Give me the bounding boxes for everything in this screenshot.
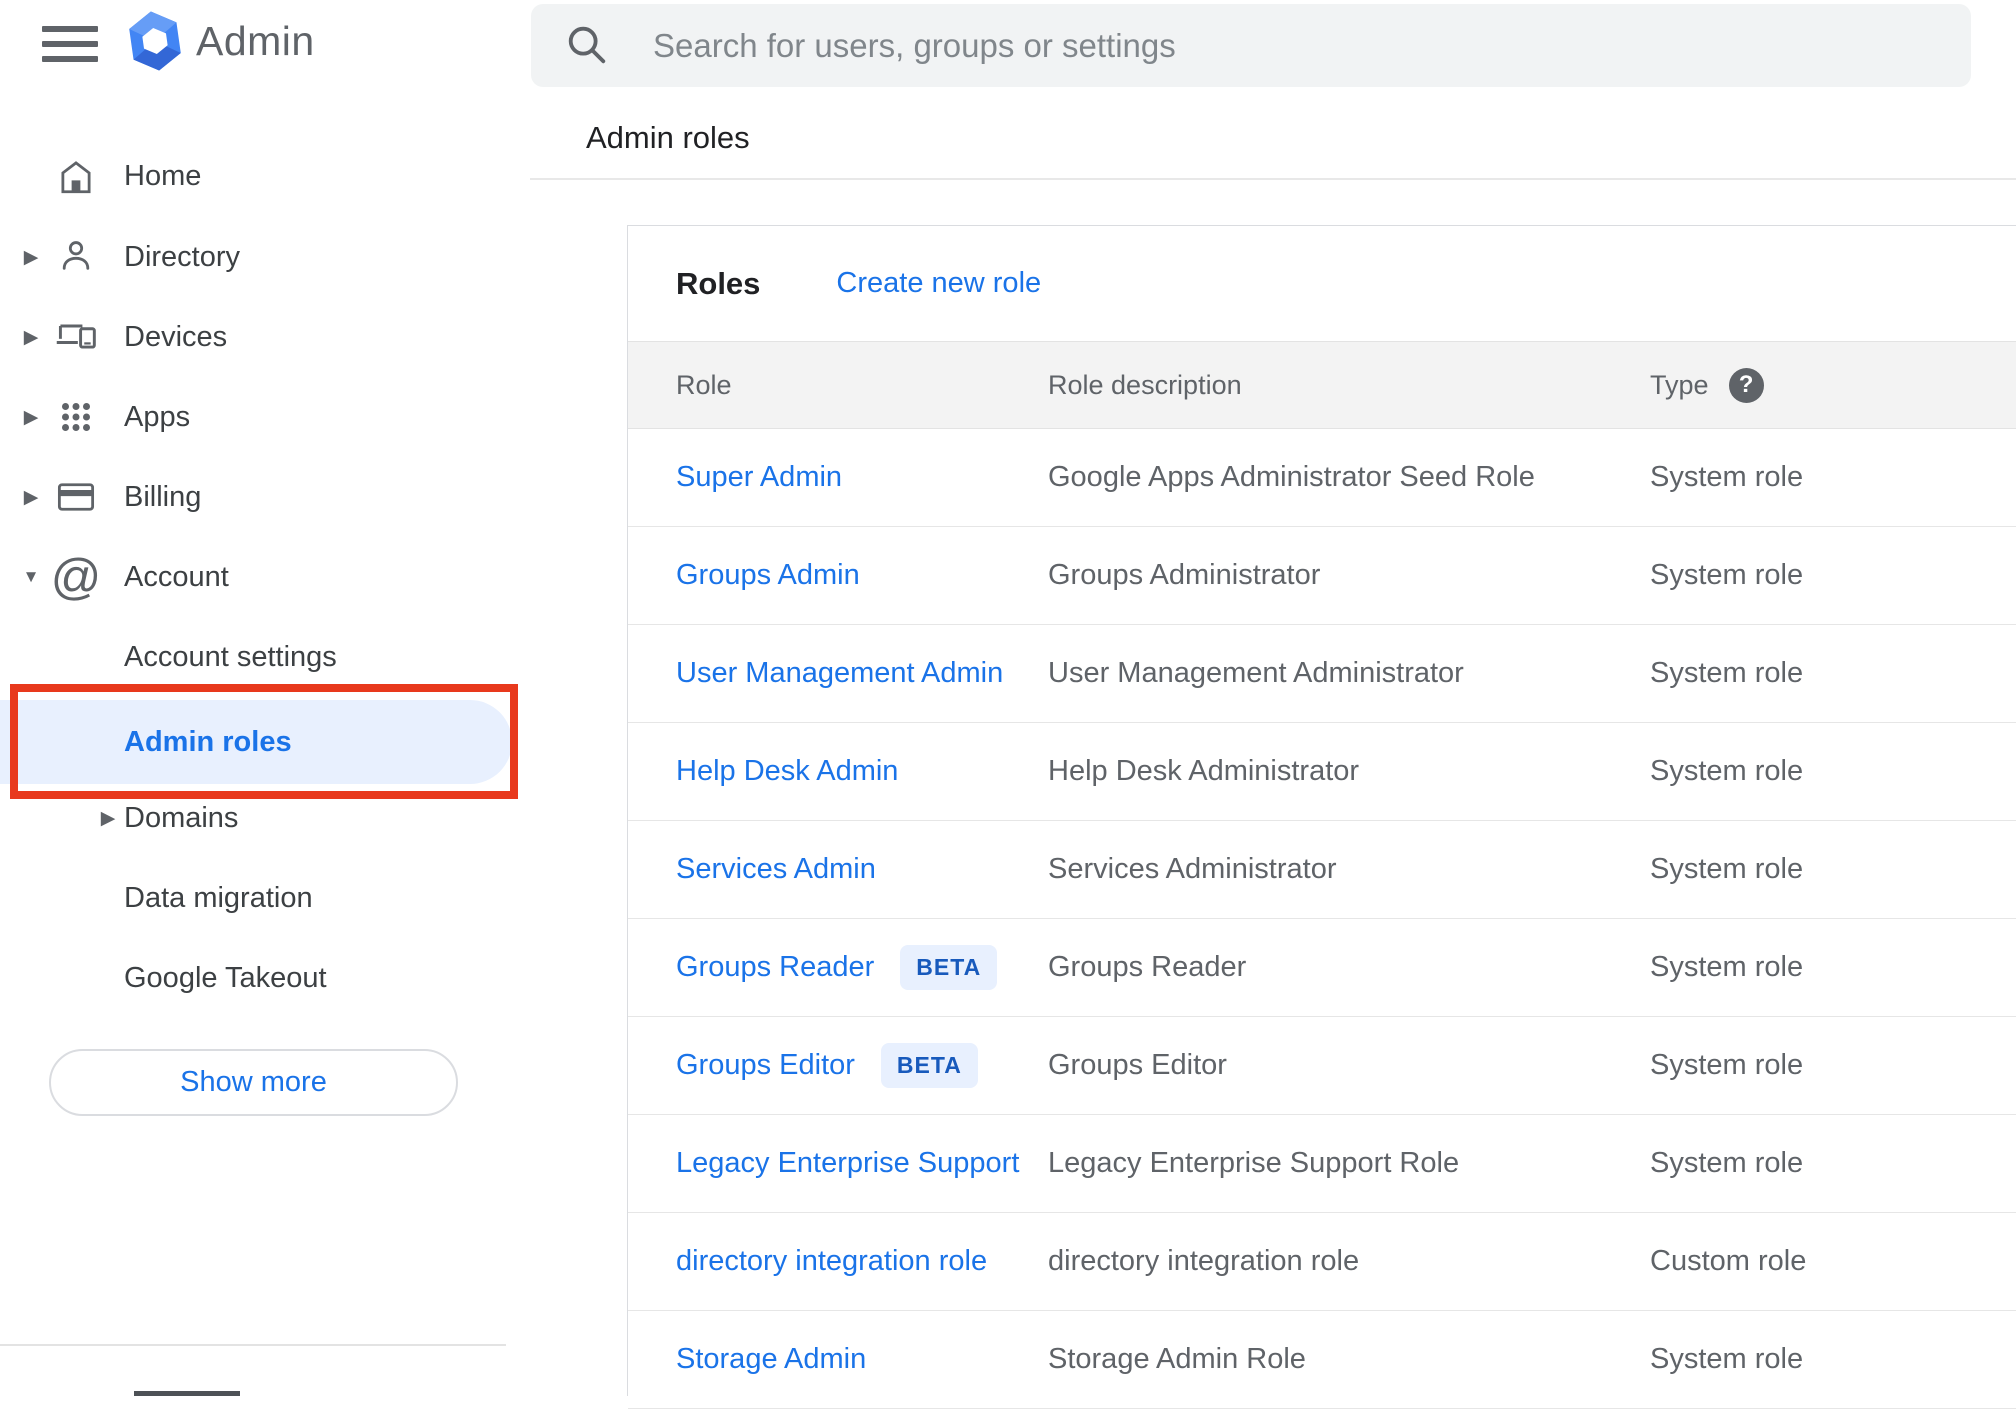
sidebar-item-account[interactable]: ▼ @ Account bbox=[0, 537, 516, 617]
help-icon[interactable]: ? bbox=[1728, 367, 1764, 403]
hamburger-menu-icon[interactable] bbox=[42, 26, 98, 62]
role-description: Storage Admin Role bbox=[1048, 1343, 1306, 1375]
role-type: System role bbox=[1650, 853, 1804, 885]
chevron-right-icon[interactable]: ▶ bbox=[19, 406, 43, 429]
admin-logo-icon bbox=[126, 10, 184, 77]
sidebar-item-label: Admin roles bbox=[124, 725, 292, 758]
table-row: directory integration role directory int… bbox=[628, 1213, 2016, 1311]
table-row: Help Desk Admin Help Desk Administrator … bbox=[628, 723, 2016, 821]
chevron-right-icon[interactable]: ▶ bbox=[96, 807, 120, 830]
devices-icon bbox=[54, 315, 98, 359]
role-description: directory integration role bbox=[1048, 1245, 1360, 1277]
role-link[interactable]: Groups Editor bbox=[676, 1049, 855, 1082]
chevron-right-icon[interactable]: ▶ bbox=[19, 246, 43, 269]
role-type: System role bbox=[1650, 755, 1804, 787]
apps-grid-icon bbox=[54, 395, 98, 439]
column-header-type-label: Type bbox=[1650, 369, 1709, 400]
role-link[interactable]: Groups Reader bbox=[676, 951, 874, 984]
sidebar-item-billing[interactable]: ▶ Billing bbox=[0, 457, 516, 537]
table-row: Groups Editor BETA Groups Editor System … bbox=[628, 1017, 2016, 1115]
table-row: Legacy Enterprise Support Legacy Enterpr… bbox=[628, 1115, 2016, 1213]
role-type: System role bbox=[1650, 461, 1804, 493]
role-type: System role bbox=[1650, 1147, 1804, 1179]
roles-card: Roles Create new role Role Role descript… bbox=[627, 225, 2016, 1409]
sidebar-item-home[interactable]: Home bbox=[0, 136, 516, 216]
sidebar-item-label: Domains bbox=[124, 801, 239, 834]
role-link[interactable]: Storage Admin bbox=[676, 1343, 866, 1376]
table-header-row: Role Role description Type ? bbox=[628, 341, 2016, 429]
credit-card-icon bbox=[54, 475, 98, 519]
role-description: Legacy Enterprise Support Role bbox=[1048, 1147, 1460, 1179]
sidebar-bottom-divider bbox=[0, 1344, 506, 1346]
roles-card-header: Roles Create new role bbox=[628, 226, 2016, 341]
sidebar-item-label: Account settings bbox=[124, 640, 337, 673]
role-link[interactable]: Legacy Enterprise Support bbox=[676, 1147, 1019, 1180]
column-header-role: Role bbox=[676, 369, 732, 400]
chevron-right-icon[interactable]: ▶ bbox=[19, 486, 43, 509]
role-link[interactable]: directory integration role bbox=[676, 1245, 987, 1278]
role-description: Google Apps Administrator Seed Role bbox=[1048, 461, 1535, 493]
role-type: System role bbox=[1650, 1343, 1804, 1375]
role-type: System role bbox=[1650, 1049, 1804, 1081]
sidebar-item-label: Google Takeout bbox=[124, 961, 327, 994]
role-description: Groups Administrator bbox=[1048, 559, 1321, 591]
sidebar-item-data-migration[interactable]: Data migration bbox=[0, 858, 516, 938]
role-link[interactable]: Help Desk Admin bbox=[676, 755, 898, 788]
sidebar-item-domains[interactable]: ▶ Domains bbox=[0, 778, 516, 858]
search-input[interactable] bbox=[531, 4, 1971, 87]
role-type: System role bbox=[1650, 951, 1804, 983]
beta-badge: BETA bbox=[900, 945, 998, 990]
sidebar: Admin Home ▶ Directory ▶ Devices ▶ Apps bbox=[0, 0, 516, 1396]
home-icon bbox=[54, 154, 98, 198]
role-link[interactable]: Super Admin bbox=[676, 461, 842, 494]
chevron-right-icon[interactable]: ▶ bbox=[19, 326, 43, 349]
cutoff-icon-fragment bbox=[134, 1391, 240, 1396]
table-row: Services Admin Services Administrator Sy… bbox=[628, 821, 2016, 919]
role-type: System role bbox=[1650, 559, 1804, 591]
column-header-type: Type ? bbox=[1650, 367, 2016, 403]
role-description: Groups Reader bbox=[1048, 951, 1247, 983]
sidebar-item-label: Apps bbox=[124, 400, 191, 433]
role-link[interactable]: Groups Admin bbox=[676, 559, 860, 592]
role-description: Services Administrator bbox=[1048, 853, 1337, 885]
page-title: Admin roles bbox=[586, 120, 750, 155]
role-link[interactable]: User Management Admin bbox=[676, 657, 1003, 690]
sidebar-item-label: Billing bbox=[124, 480, 202, 513]
roles-title: Roles bbox=[676, 265, 761, 301]
role-link[interactable]: Services Admin bbox=[676, 853, 876, 886]
sidebar-item-apps[interactable]: ▶ Apps bbox=[0, 377, 516, 457]
sidebar-item-label: Devices bbox=[124, 320, 228, 353]
sidebar-item-admin-roles[interactable]: Admin roles bbox=[0, 700, 512, 784]
sidebar-item-label: Home bbox=[124, 159, 202, 192]
title-divider bbox=[530, 178, 2016, 180]
sidebar-item-label: Account bbox=[124, 560, 229, 593]
beta-badge: BETA bbox=[880, 1043, 978, 1088]
table-row: Super Admin Google Apps Administrator Se… bbox=[628, 429, 2016, 527]
sidebar-item-directory[interactable]: ▶ Directory bbox=[0, 217, 516, 297]
person-icon bbox=[54, 235, 98, 279]
table-row: User Management Admin User Management Ad… bbox=[628, 625, 2016, 723]
sidebar-item-devices[interactable]: ▶ Devices bbox=[0, 297, 516, 377]
sidebar-item-label: Directory bbox=[124, 240, 241, 273]
brand-name: Admin bbox=[196, 18, 315, 64]
role-type: System role bbox=[1650, 657, 1804, 689]
chevron-down-icon[interactable]: ▼ bbox=[19, 567, 43, 587]
role-description: Groups Editor bbox=[1048, 1049, 1227, 1081]
create-new-role-link[interactable]: Create new role bbox=[836, 267, 1041, 300]
sidebar-item-google-takeout[interactable]: Google Takeout bbox=[0, 938, 516, 1018]
show-more-button[interactable]: Show more bbox=[49, 1049, 458, 1116]
sidebar-item-account-settings[interactable]: Account settings bbox=[0, 617, 516, 697]
table-row: Groups Admin Groups Administrator System… bbox=[628, 527, 2016, 625]
role-description: Help Desk Administrator bbox=[1048, 755, 1360, 787]
role-type: Custom role bbox=[1650, 1245, 1807, 1277]
at-sign-icon: @ bbox=[50, 549, 102, 605]
table-row: Storage Admin Storage Admin Role System … bbox=[628, 1311, 2016, 1409]
column-header-description: Role description bbox=[1048, 369, 1242, 400]
role-description: User Management Administrator bbox=[1048, 657, 1464, 689]
table-row: Groups Reader BETA Groups Reader System … bbox=[628, 919, 2016, 1017]
sidebar-item-label: Data migration bbox=[124, 881, 313, 914]
